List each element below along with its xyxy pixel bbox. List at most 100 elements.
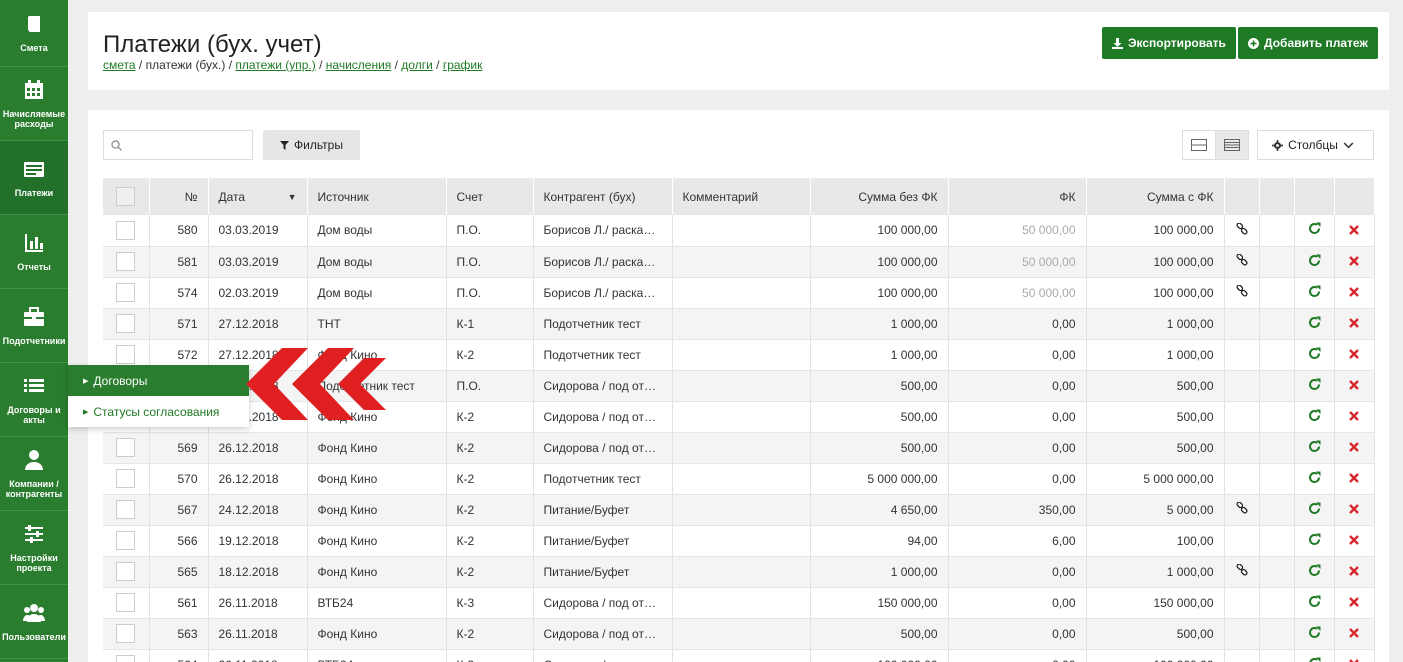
sidebar-item-smeta[interactable]: Смета [0, 0, 68, 67]
row-checkbox[interactable] [116, 252, 136, 271]
breadcrumb-link-accruals[interactable]: начисления [326, 58, 392, 72]
refresh-icon[interactable] [1308, 254, 1321, 270]
table-row[interactable]: 580 03.03.2019 Дом воды П.О. Борисов Л./ рас… [103, 215, 1375, 247]
sidebar-item-accrued[interactable]: Начисляемые расходы [0, 67, 68, 141]
search-input[interactable] [126, 131, 251, 159]
table-row[interactable]: 565 18.12.2018 Фонд Кино К-2 Питание/Буфет 1 … [103, 556, 1375, 588]
col-header-source[interactable]: Источник [307, 178, 447, 215]
cell-link [1224, 649, 1260, 662]
table-row[interactable]: 570 26.12.2018 Фонд Кино К-2 Подотчетник тес… [103, 463, 1375, 495]
link-icon[interactable] [1235, 284, 1248, 300]
delete-icon[interactable] [1349, 410, 1359, 424]
table-row[interactable]: 56426.11.2018ВТБ24К-3Сидорова / под отче… [103, 649, 1375, 662]
delete-icon[interactable] [1349, 224, 1359, 238]
col-header-fk[interactable]: ФК [948, 178, 1087, 215]
delete-icon[interactable] [1349, 348, 1359, 362]
link-icon[interactable] [1235, 563, 1248, 579]
columns-dropdown[interactable]: Столбцы [1257, 130, 1374, 160]
row-checkbox[interactable] [116, 345, 136, 364]
refresh-icon[interactable] [1308, 222, 1321, 238]
row-checkbox[interactable] [116, 624, 136, 643]
link-icon[interactable] [1235, 253, 1248, 269]
sidebar-item-companies[interactable]: Компании / контрагенты [0, 437, 68, 511]
refresh-icon[interactable] [1308, 533, 1321, 549]
cell-link [1224, 525, 1260, 557]
table-row[interactable]: 563 26.11.2018 Фонд Кино К-2 Сидорова / под … [103, 618, 1375, 650]
delete-icon[interactable] [1349, 627, 1359, 641]
link-icon[interactable] [1235, 501, 1248, 517]
breadcrumb-link-smeta[interactable]: смета [103, 58, 136, 72]
link-icon[interactable] [1235, 222, 1248, 238]
submenu-item-contracts[interactable]: ▶ Договоры [68, 365, 249, 396]
refresh-icon[interactable] [1308, 440, 1321, 456]
cell-date: 03.03.2019 [208, 246, 308, 278]
add-payment-button[interactable]: Добавить платеж [1238, 27, 1378, 59]
breadcrumb-link-payments-mgmt[interactable]: платежи (упр.) [235, 58, 315, 72]
refresh-icon[interactable] [1308, 471, 1321, 487]
col-header-num[interactable]: № [149, 178, 209, 215]
refresh-icon[interactable] [1308, 316, 1321, 332]
breadcrumb-link-schedule[interactable]: график [443, 58, 483, 72]
delete-icon[interactable] [1349, 658, 1359, 662]
search-box [103, 130, 253, 160]
delete-icon[interactable] [1349, 317, 1359, 331]
row-checkbox[interactable] [116, 438, 136, 457]
delete-icon[interactable] [1349, 565, 1359, 579]
row-checkbox[interactable] [116, 655, 136, 662]
row-checkbox[interactable] [116, 283, 136, 302]
col-header-sum-fk[interactable]: Сумма с ФК [1086, 178, 1225, 215]
sidebar-item-payments[interactable]: Платежи [0, 141, 68, 215]
delete-icon[interactable] [1349, 379, 1359, 393]
refresh-icon[interactable] [1308, 285, 1321, 301]
row-checkbox[interactable] [116, 314, 136, 333]
refresh-icon[interactable] [1308, 347, 1321, 363]
col-header-counterparty[interactable]: Контрагент (бух) [533, 178, 673, 215]
cell-num: 581 [149, 246, 209, 278]
cell-link [1224, 308, 1260, 340]
view-compact-toggle[interactable] [1182, 130, 1216, 160]
table-row[interactable]: 567 24.12.2018 Фонд Кино К-2 Питание/Буфет 4 … [103, 494, 1375, 526]
row-checkbox[interactable] [116, 531, 136, 550]
row-checkbox[interactable] [116, 500, 136, 519]
refresh-icon[interactable] [1308, 595, 1321, 611]
sidebar-item-users[interactable]: Пользователи [0, 585, 68, 659]
export-button[interactable]: Экспортировать [1102, 27, 1236, 59]
delete-icon[interactable] [1349, 534, 1359, 548]
refresh-icon[interactable] [1308, 409, 1321, 425]
breadcrumb-link-debts[interactable]: долги [401, 58, 433, 72]
submenu-item-approval-statuses[interactable]: ▶ Статусы согласования [68, 396, 249, 427]
col-header-date[interactable]: Дата ▼ [208, 178, 308, 215]
table-row[interactable]: 574 02.03.2019 Дом воды П.О. Борисов Л./ рас… [103, 277, 1375, 309]
table-row[interactable]: 561 26.11.2018 ВТБ24 К-3 Сидорова / под отче… [103, 587, 1375, 619]
row-select-cell [103, 587, 150, 619]
select-all-checkbox[interactable] [116, 187, 136, 206]
view-detailed-toggle[interactable] [1215, 130, 1249, 160]
col-header-account[interactable]: Счет [446, 178, 534, 215]
sidebar-item-project-settings[interactable]: Настройки проекта [0, 511, 68, 585]
sidebar-item-contracts[interactable]: Договоры и акты [0, 363, 68, 437]
table-row[interactable]: 581 03.03.2019 Дом воды П.О. Борисов Л./ рас… [103, 246, 1375, 278]
table-row[interactable]: 566 19.12.2018 Фонд Кино К-2 Питание/Буфет 94… [103, 525, 1375, 557]
refresh-icon[interactable] [1308, 626, 1321, 642]
sidebar-item-reports[interactable]: Отчеты [0, 215, 68, 289]
delete-icon[interactable] [1349, 255, 1359, 269]
sidebar-item-accountables[interactable]: Подотчетники [0, 289, 68, 363]
table-row[interactable]: 571 27.12.2018 ТНТ К-1 Подотчетник тест 1 000… [103, 308, 1375, 340]
row-checkbox[interactable] [116, 220, 136, 240]
delete-icon[interactable] [1349, 596, 1359, 610]
refresh-icon[interactable] [1308, 502, 1321, 518]
row-checkbox[interactable] [116, 469, 136, 488]
row-checkbox[interactable] [116, 593, 136, 612]
col-header-comment[interactable]: Комментарий [672, 178, 811, 215]
refresh-icon[interactable] [1308, 378, 1321, 394]
refresh-icon[interactable] [1308, 657, 1321, 662]
refresh-icon[interactable] [1308, 564, 1321, 580]
col-header-sum-no-fk[interactable]: Сумма без ФК [810, 178, 949, 215]
delete-icon[interactable] [1349, 286, 1359, 300]
table-row[interactable]: 569 26.12.2018 Фонд Кино К-2 Сидорова / под … [103, 432, 1375, 464]
delete-icon[interactable] [1349, 472, 1359, 486]
delete-icon[interactable] [1349, 441, 1359, 455]
delete-icon[interactable] [1349, 503, 1359, 517]
row-checkbox[interactable] [116, 562, 136, 581]
filters-button[interactable]: Фильтры [263, 130, 360, 160]
